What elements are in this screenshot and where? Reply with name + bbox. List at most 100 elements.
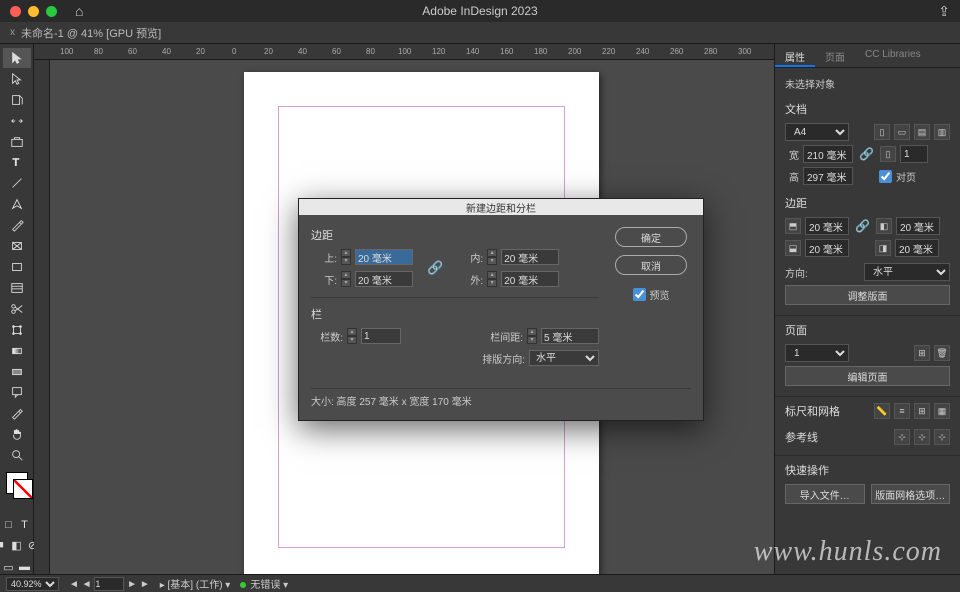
width-input[interactable] bbox=[803, 145, 853, 163]
writing-direction-select[interactable]: 水平 bbox=[529, 350, 599, 366]
link-dims-icon[interactable]: 🔗 bbox=[857, 147, 876, 161]
margin-top-input[interactable] bbox=[355, 249, 413, 265]
horizontal-grid-tool[interactable] bbox=[3, 278, 31, 298]
pages-count-input[interactable] bbox=[900, 145, 928, 163]
scissors-tool[interactable] bbox=[3, 299, 31, 319]
errors-label[interactable]: 无错误 ▾ bbox=[240, 576, 288, 591]
margin-bottom-input[interactable] bbox=[805, 239, 849, 257]
ok-button[interactable]: 确定 bbox=[615, 227, 687, 247]
dialog-title: 新建边距和分栏 bbox=[299, 199, 703, 215]
apply-gradient-icon[interactable]: ◧ bbox=[10, 538, 24, 552]
gap-tool[interactable] bbox=[3, 111, 31, 131]
no-selection-label: 未选择对象 bbox=[785, 76, 950, 91]
margin-outside-input[interactable] bbox=[501, 271, 559, 287]
preview-checkbox[interactable]: 预览 bbox=[633, 287, 670, 302]
count-spinner[interactable]: ▴▾ bbox=[347, 328, 357, 344]
line-tool[interactable] bbox=[3, 173, 31, 193]
note-tool[interactable] bbox=[3, 383, 31, 403]
layout-grid-options-button[interactable]: 版面网格选项… bbox=[871, 484, 951, 504]
margin-inside-input[interactable] bbox=[896, 217, 940, 235]
gutter-input[interactable] bbox=[541, 328, 599, 344]
vertical-ruler[interactable] bbox=[34, 60, 50, 574]
preview-view-icon[interactable]: ▬ bbox=[18, 560, 32, 574]
new-page-icon[interactable]: ⊞ bbox=[914, 345, 930, 361]
container-format-icon[interactable]: □ bbox=[2, 518, 16, 532]
portrait-icon[interactable]: ▯ bbox=[874, 124, 890, 140]
tab-properties[interactable]: 属性 bbox=[775, 44, 815, 67]
landscape-icon[interactable]: ▭ bbox=[894, 124, 910, 140]
tab-cc-libraries[interactable]: CC Libraries bbox=[855, 44, 931, 67]
page-number-select[interactable]: 1 bbox=[785, 344, 849, 362]
horizontal-ruler[interactable]: 100 80 60 40 20 0 20 40 60 80 100 120 14… bbox=[34, 44, 774, 60]
height-input[interactable] bbox=[803, 167, 853, 185]
pencil-tool[interactable] bbox=[3, 215, 31, 235]
delete-page-icon[interactable]: 🗑 bbox=[934, 345, 950, 361]
document-tab[interactable]: x 未命名-1 @ 41% [GPU 预览] bbox=[0, 22, 171, 43]
facing-pages-checkbox[interactable]: 对页 bbox=[879, 169, 916, 184]
page-tool[interactable] bbox=[3, 90, 31, 110]
status-bar: 40.92% ◄ ◄ ► ► ▸ [基本] (工作) ▾ 无错误 ▾ bbox=[0, 574, 960, 592]
top-spinner[interactable]: ▴▾ bbox=[341, 249, 351, 265]
gradient-feather-tool[interactable] bbox=[3, 362, 31, 382]
cancel-button[interactable]: 取消 bbox=[615, 255, 687, 275]
minimize-window-icon[interactable] bbox=[28, 6, 39, 17]
page-preset-select[interactable]: A4 bbox=[785, 123, 849, 141]
page-nav[interactable]: ◄ ◄ ► ► bbox=[69, 577, 150, 591]
app-title: Adobe InDesign 2023 bbox=[422, 4, 537, 18]
maximize-window-icon[interactable] bbox=[46, 6, 57, 17]
selection-tool[interactable] bbox=[3, 48, 31, 68]
hand-tool[interactable] bbox=[3, 424, 31, 444]
ruler-icon[interactable]: 📏 bbox=[874, 403, 890, 419]
close-tab-icon[interactable]: x bbox=[10, 27, 15, 38]
free-transform-tool[interactable] bbox=[3, 320, 31, 340]
import-file-button[interactable]: 导入文件… bbox=[785, 484, 865, 504]
ruler-mark: 200 bbox=[568, 47, 581, 56]
margin-bottom-input[interactable] bbox=[355, 271, 413, 287]
zoom-tool[interactable] bbox=[3, 445, 31, 465]
text-format-icon[interactable]: T bbox=[18, 518, 32, 532]
width-label: 宽 bbox=[785, 147, 799, 162]
link-margins-icon[interactable]: 🔗 bbox=[853, 219, 872, 233]
guides-icon-2[interactable]: ⊹ bbox=[914, 429, 930, 445]
margin-inside-input[interactable] bbox=[501, 249, 559, 265]
pen-tool[interactable] bbox=[3, 194, 31, 214]
tab-pages[interactable]: 页面 bbox=[815, 44, 855, 67]
direction-label: 方向: bbox=[785, 265, 808, 280]
gradient-swatch-tool[interactable] bbox=[3, 341, 31, 361]
ruler-mark: 100 bbox=[398, 47, 411, 56]
gutter-spinner[interactable]: ▴▾ bbox=[527, 328, 537, 344]
zoom-select[interactable]: 40.92% bbox=[6, 577, 59, 591]
margin-outside-input[interactable] bbox=[895, 239, 939, 257]
rectangle-frame-tool[interactable] bbox=[3, 236, 31, 256]
close-window-icon[interactable] bbox=[10, 6, 21, 17]
baseline-grid-icon[interactable]: ≡ bbox=[894, 403, 910, 419]
eyedropper-tool[interactable] bbox=[3, 403, 31, 423]
profile-label[interactable]: ▸ [基本] (工作) ▾ bbox=[160, 576, 231, 591]
column-count-input[interactable] bbox=[361, 328, 401, 344]
margin-top-input[interactable] bbox=[805, 217, 849, 235]
outside-spinner[interactable]: ▴▾ bbox=[487, 271, 497, 287]
share-icon[interactable]: ⇪ bbox=[938, 3, 950, 20]
home-icon[interactable]: ⌂ bbox=[75, 3, 83, 19]
edit-pages-button[interactable]: 编辑页面 bbox=[785, 366, 950, 386]
document-grid-icon[interactable]: ⊞ bbox=[914, 403, 930, 419]
link-margins-icon[interactable]: 🔗 bbox=[421, 260, 449, 276]
direction-select[interactable]: 水平 bbox=[864, 263, 950, 281]
inside-spinner[interactable]: ▴▾ bbox=[487, 249, 497, 265]
type-tool[interactable]: T bbox=[3, 153, 31, 173]
apply-color-icon[interactable]: ■ bbox=[0, 538, 8, 552]
normal-view-icon[interactable]: ▭ bbox=[2, 560, 16, 574]
layout-grid-icon[interactable]: ▦ bbox=[934, 403, 950, 419]
binding-rtl-icon[interactable]: ▥ bbox=[934, 124, 950, 140]
adjust-layout-button[interactable]: 调整版面 bbox=[785, 285, 950, 305]
binding-ltr-icon[interactable]: ▤ bbox=[914, 124, 930, 140]
bottom-spinner[interactable]: ▴▾ bbox=[341, 271, 351, 287]
content-collector-tool[interactable] bbox=[3, 132, 31, 152]
ruler-mark: 240 bbox=[636, 47, 649, 56]
fill-stroke-swatch[interactable] bbox=[6, 472, 28, 494]
guides-icon-1[interactable]: ⊹ bbox=[894, 429, 910, 445]
ruler-mark: 80 bbox=[94, 47, 103, 56]
rectangle-tool[interactable] bbox=[3, 257, 31, 277]
smart-guides-icon[interactable]: ⊹ bbox=[934, 429, 950, 445]
direct-selection-tool[interactable] bbox=[3, 69, 31, 89]
